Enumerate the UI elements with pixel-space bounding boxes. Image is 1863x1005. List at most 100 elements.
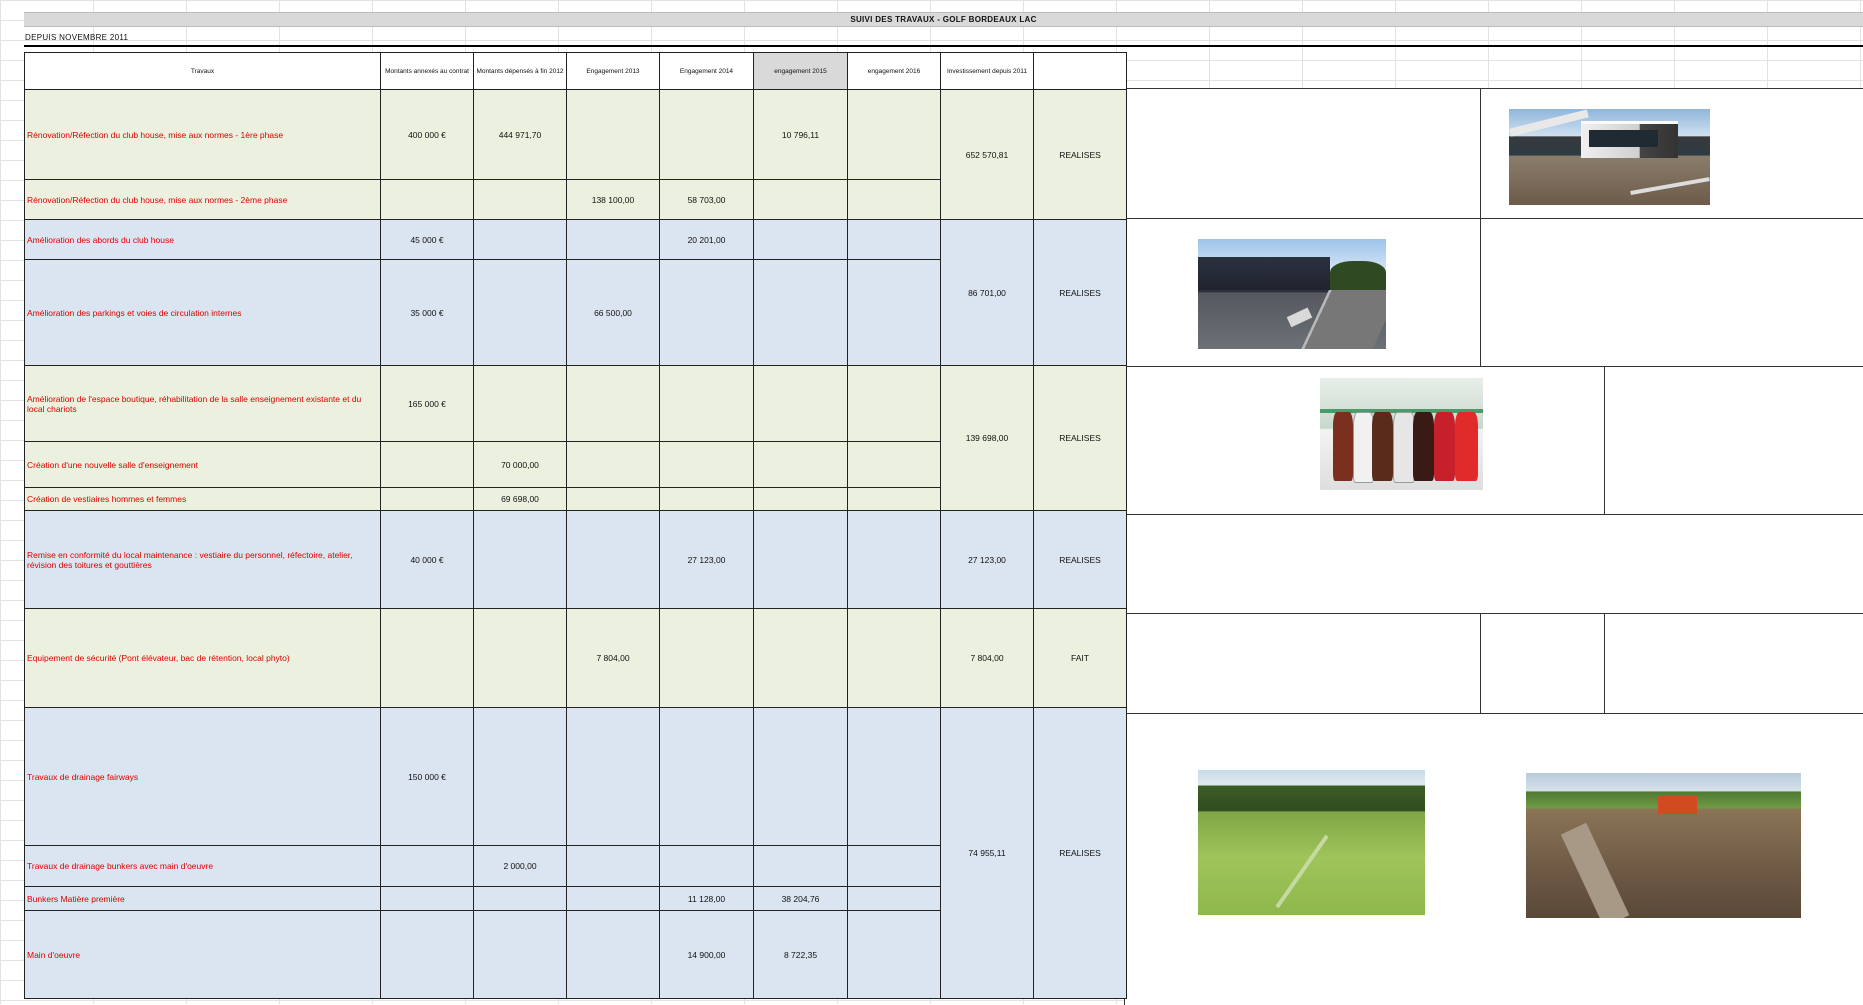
contract-amount-cell: 45 000 €	[380, 219, 474, 260]
investment-total-cell: 86 701,00	[940, 219, 1034, 366]
work-label-cell: Amélioration des parkings et voies de ci…	[24, 259, 381, 366]
engagement-2016-cell	[847, 510, 941, 609]
header-eng2015: engagement 2015	[753, 52, 848, 90]
engagement-2013-cell	[566, 707, 660, 846]
engagement-2016-cell	[847, 487, 941, 511]
spent-2012-cell	[473, 910, 567, 999]
spent-2012-cell: 69 698,00	[473, 487, 567, 511]
table-row: Rénovation/Réfection du club house, mise…	[24, 89, 1127, 220]
spent-2012-cell	[473, 886, 567, 911]
engagement-2016-cell	[847, 910, 941, 999]
spent-2012-cell: 70 000,00	[473, 441, 567, 488]
work-label-cell: Création d'une nouvelle salle d'enseigne…	[24, 441, 381, 488]
engagement-2015-cell	[753, 845, 848, 887]
header-invest: Investissement depuis 2011	[940, 52, 1034, 90]
investment-total-cell: 7 804,00	[940, 608, 1034, 708]
engagement-2014-cell	[659, 441, 754, 488]
work-label-cell: Bunkers Matière première	[24, 886, 381, 911]
contract-amount-cell: 40 000 €	[380, 510, 474, 609]
engagement-2015-cell	[753, 441, 848, 488]
engagement-2014-cell	[659, 707, 754, 846]
work-label-cell: Rénovation/Réfection du club house, mise…	[24, 179, 381, 220]
engagement-2015-cell	[753, 487, 848, 511]
engagement-2015-cell	[753, 365, 848, 442]
contract-amount-cell: 165 000 €	[380, 365, 474, 442]
header-eng2016: engagement 2016	[847, 52, 941, 90]
parking-photo	[1198, 239, 1386, 349]
photo-cell	[1124, 613, 1482, 715]
contract-amount-cell: 400 000 €	[380, 89, 474, 180]
engagement-2014-cell: 20 201,00	[659, 219, 754, 260]
spent-2012-cell	[473, 707, 567, 846]
subtitle-divider	[24, 45, 1863, 50]
photo-cell	[1124, 514, 1863, 615]
status-cell: REALISES	[1033, 510, 1127, 609]
work-label-cell: Rénovation/Réfection du club house, mise…	[24, 89, 381, 180]
sheet-subtitle: DEPUIS NOVEMBRE 2011	[25, 33, 129, 42]
spent-2012-cell	[473, 608, 567, 708]
contract-amount-cell: 150 000 €	[380, 707, 474, 846]
table-row: Amélioration de l'espace boutique, réhab…	[24, 365, 1127, 511]
contract-amount-cell	[380, 608, 474, 708]
status-cell: REALISES	[1033, 365, 1127, 511]
contract-amount-cell: 35 000 €	[380, 259, 474, 366]
work-label-cell: Main d'oeuvre	[24, 910, 381, 999]
status-cell: REALISES	[1033, 89, 1127, 220]
status-cell: REALISES	[1033, 219, 1127, 366]
header-eng2013: Engagement 2013	[566, 52, 660, 90]
engagement-2014-cell: 14 900,00	[659, 910, 754, 999]
spent-2012-cell	[473, 365, 567, 442]
investment-total-cell: 139 698,00	[940, 365, 1034, 511]
spent-2012-cell	[473, 259, 567, 366]
contract-amount-cell	[380, 845, 474, 887]
sheet-title: SUIVI DES TRAVAUX - GOLF BORDEAUX LAC	[24, 12, 1863, 27]
investment-total-cell: 74 955,11	[940, 707, 1034, 999]
clubhouse-photo	[1509, 109, 1710, 205]
engagement-2013-cell	[566, 845, 660, 887]
engagement-2015-cell: 38 204,76	[753, 886, 848, 911]
engagement-2016-cell	[847, 259, 941, 366]
engagement-2014-cell: 11 128,00	[659, 886, 754, 911]
investment-total-cell: 27 123,00	[940, 510, 1034, 609]
engagement-2013-cell: 138 100,00	[566, 179, 660, 220]
engagement-2016-cell	[847, 365, 941, 442]
engagement-2014-cell	[659, 845, 754, 887]
engagement-2016-cell	[847, 845, 941, 887]
works-table: Travaux Montants annexés au contrat Mont…	[24, 52, 1127, 999]
contract-amount-cell	[380, 910, 474, 999]
engagement-2014-cell	[659, 365, 754, 442]
engagement-2013-cell	[566, 219, 660, 260]
engagement-2013-cell	[566, 510, 660, 609]
engagement-2016-cell	[847, 441, 941, 488]
photo-cell	[1480, 218, 1863, 368]
work-label-cell: Création de vestiaires hommes et femmes	[24, 487, 381, 511]
table-row: Amélioration des abords du club house 45 …	[24, 219, 1127, 366]
work-label-cell: Remise en conformité du local maintenanc…	[24, 510, 381, 609]
engagement-2013-cell	[566, 365, 660, 442]
engagement-2015-cell	[753, 707, 848, 846]
photo-cell	[1480, 613, 1606, 715]
header-eng2014: Engagement 2014	[659, 52, 754, 90]
engagement-2014-cell	[659, 487, 754, 511]
work-label-cell: Equipement de sécurité (Pont élévateur, …	[24, 608, 381, 708]
engagement-2014-cell: 27 123,00	[659, 510, 754, 609]
engagement-2013-cell	[566, 886, 660, 911]
engagement-2015-cell	[753, 179, 848, 220]
spent-2012-cell	[473, 219, 567, 260]
photo-cell	[1604, 366, 1863, 516]
spent-2012-cell: 444 971,70	[473, 89, 567, 180]
investment-total-cell: 652 570,81	[940, 89, 1034, 220]
engagement-2015-cell: 8 722,35	[753, 910, 848, 999]
table-row: Remise en conformité du local maintenanc…	[24, 510, 1127, 609]
status-cell: REALISES	[1033, 707, 1127, 999]
table-row: Travaux de drainage fairways 150 000 € 74 …	[24, 707, 1127, 999]
golf-bags-photo	[1320, 378, 1483, 490]
engagement-2016-cell	[847, 219, 941, 260]
bunker-drainage-photo	[1526, 773, 1801, 918]
engagement-2016-cell	[847, 179, 941, 220]
engagement-2013-cell: 7 804,00	[566, 608, 660, 708]
engagement-2015-cell	[753, 219, 848, 260]
engagement-2015-cell	[753, 259, 848, 366]
contract-amount-cell	[380, 441, 474, 488]
engagement-2016-cell	[847, 707, 941, 846]
